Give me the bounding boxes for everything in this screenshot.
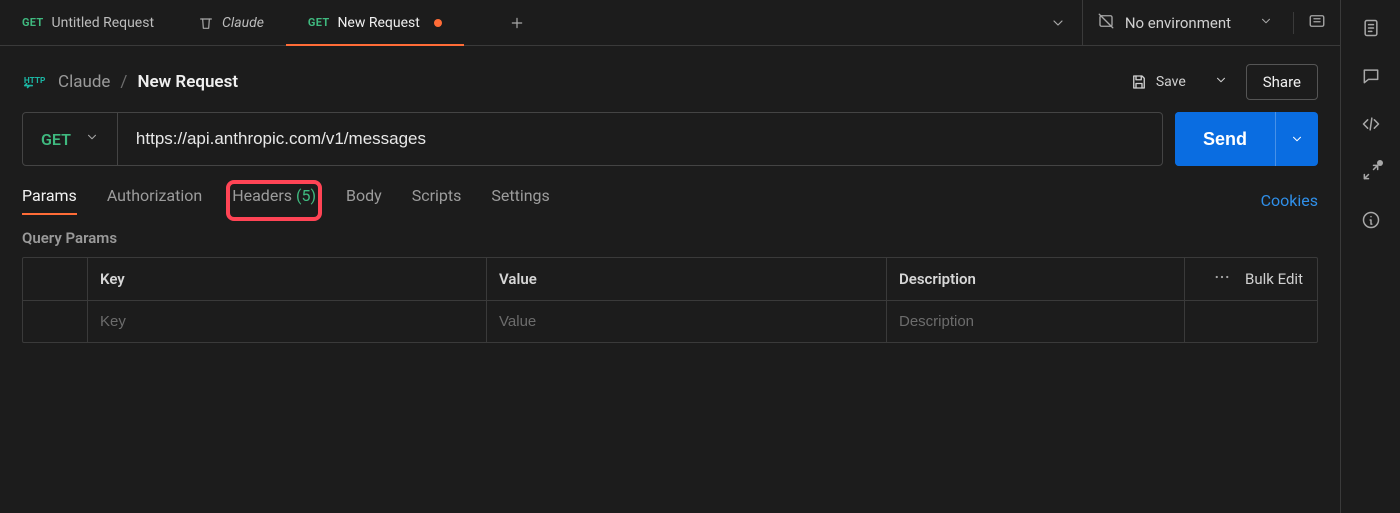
right-context-rail	[1340, 0, 1400, 513]
subtab-settings[interactable]: Settings	[491, 186, 549, 215]
breadcrumb-collection[interactable]: Claude	[58, 72, 110, 92]
subtab-label: Settings	[491, 186, 549, 205]
column-header-value: Value	[487, 258, 887, 300]
method-badge: GET	[308, 16, 330, 29]
save-button[interactable]: Save	[1120, 67, 1196, 97]
breadcrumb: HTTP Claude / New Request	[22, 71, 238, 94]
tab-label: Untitled Request	[52, 15, 155, 31]
http-icon: HTTP	[22, 71, 48, 94]
breadcrumb-current: New Request	[137, 72, 238, 92]
subtab-scripts[interactable]: Scripts	[412, 186, 462, 215]
method-select[interactable]: GET	[23, 113, 118, 165]
subtab-label: Scripts	[412, 186, 462, 205]
subtab-headers[interactable]: Headers (5)	[232, 186, 316, 215]
table-row	[23, 300, 1317, 342]
documentation-icon[interactable]	[1361, 18, 1381, 38]
subtab-label: Params	[22, 186, 77, 205]
query-params-title: Query Params	[0, 215, 1340, 257]
subtab-authorization[interactable]: Authorization	[107, 186, 202, 215]
tab-claude-collection[interactable]: Claude	[176, 0, 286, 45]
send-button[interactable]: Send	[1175, 112, 1275, 166]
no-environment-icon	[1097, 12, 1115, 34]
method-label: GET	[41, 130, 71, 149]
method-badge: GET	[22, 16, 44, 29]
subtab-body[interactable]: Body	[346, 186, 382, 215]
url-input[interactable]	[118, 113, 1162, 165]
save-dropdown[interactable]	[1206, 67, 1236, 97]
new-tab-button[interactable]	[497, 0, 537, 45]
param-description-input[interactable]	[899, 313, 1172, 330]
unsaved-indicator	[434, 19, 442, 27]
subtab-params[interactable]: Params	[22, 186, 77, 215]
param-key-input[interactable]	[100, 313, 474, 330]
param-value-input[interactable]	[499, 313, 874, 330]
tab-untitled-request[interactable]: GET Untitled Request	[0, 0, 176, 45]
environment-quicklook-button[interactable]	[1308, 12, 1326, 34]
share-button[interactable]: Share	[1246, 64, 1318, 100]
tab-label: New Request	[337, 15, 419, 31]
tab-bar: GET Untitled Request Claude GET New Requ…	[0, 0, 1340, 46]
subtab-label: Authorization	[107, 186, 202, 205]
bulk-edit-button[interactable]: Bulk Edit	[1245, 270, 1303, 288]
column-header-key: Key	[87, 258, 487, 300]
collection-icon	[198, 15, 214, 31]
subtab-count: (5)	[296, 186, 316, 205]
tab-new-request[interactable]: GET New Request	[286, 0, 464, 45]
environment-dropdown[interactable]	[1259, 14, 1273, 32]
columns-more-icon[interactable]	[1213, 268, 1231, 290]
subtab-label: Headers	[232, 186, 292, 205]
environment-label[interactable]: No environment	[1125, 14, 1231, 32]
code-icon[interactable]	[1361, 114, 1381, 134]
save-label: Save	[1156, 74, 1186, 90]
expand-icon[interactable]	[1361, 162, 1381, 182]
params-table: Key Value Description Bulk Edit	[22, 257, 1318, 343]
send-dropdown[interactable]	[1275, 112, 1318, 166]
tabs-overflow-button[interactable]	[1034, 0, 1082, 45]
tab-label: Claude	[222, 15, 264, 31]
info-icon[interactable]	[1361, 210, 1381, 230]
request-subtabs: Params Authorization Headers (5) Body Sc…	[22, 186, 550, 215]
column-header-description: Description	[887, 258, 1185, 300]
comments-icon[interactable]	[1361, 66, 1381, 86]
breadcrumb-separator: /	[120, 72, 127, 92]
chevron-down-icon	[85, 130, 99, 148]
cookies-link[interactable]: Cookies	[1261, 191, 1318, 210]
subtab-label: Body	[346, 186, 382, 205]
